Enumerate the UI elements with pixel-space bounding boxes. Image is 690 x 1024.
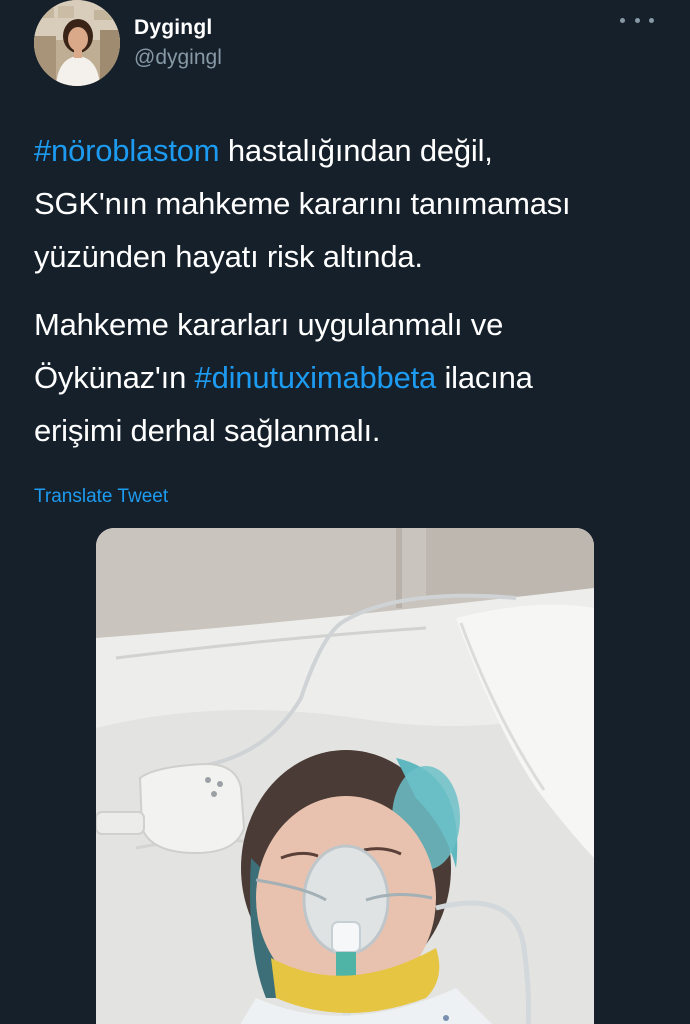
author-display-name[interactable]: Dygingl <box>134 16 212 40</box>
author-avatar[interactable] <box>34 0 120 86</box>
hashtag-link[interactable]: #nöroblastom <box>34 133 220 168</box>
tweet-paragraph-2: Mahkeme kararları uygulanmalı ve Öykünaz… <box>34 298 664 457</box>
tweet-text-segment: hastalığından değil, <box>219 133 493 168</box>
tweet-text-segment: erişimi derhal sağlanmalı. <box>34 413 381 448</box>
tweet-paragraph-1: #nöroblastom hastalığından değil, SGK'nı… <box>34 124 664 283</box>
tweet-text-segment: Öykünaz'ın <box>34 360 195 395</box>
author-handle[interactable]: @dygingl <box>134 46 222 70</box>
tweet-media-photo[interactable] <box>96 528 594 1024</box>
tweet-text-segment: ilacına <box>436 360 533 395</box>
tweet-text-segment: yüzünden hayatı risk altında. <box>34 239 423 274</box>
tweet-header: Dygingl @dygingl <box>34 0 660 100</box>
hashtag-link[interactable]: #dinutuximabbeta <box>195 360 437 395</box>
more-dots-icon[interactable] <box>620 10 654 30</box>
tweet-text: #nöroblastom hastalığından değil, SGK'nı… <box>34 124 664 457</box>
photo-illustration <box>96 528 594 1024</box>
tweet-text-segment: SGK'nın mahkeme kararını tanımaması <box>34 186 571 221</box>
dot-icon <box>634 17 640 23</box>
tweet-page: Dygingl @dygingl #nöroblastom hastalığın… <box>0 0 690 1024</box>
translate-tweet-link[interactable]: Translate Tweet <box>34 486 168 508</box>
dot-icon <box>620 17 625 23</box>
tweet-text-segment: Mahkeme kararları uygulanmalı ve <box>34 307 504 342</box>
avatar-photo-icon <box>34 0 120 86</box>
dot-icon <box>649 17 654 23</box>
